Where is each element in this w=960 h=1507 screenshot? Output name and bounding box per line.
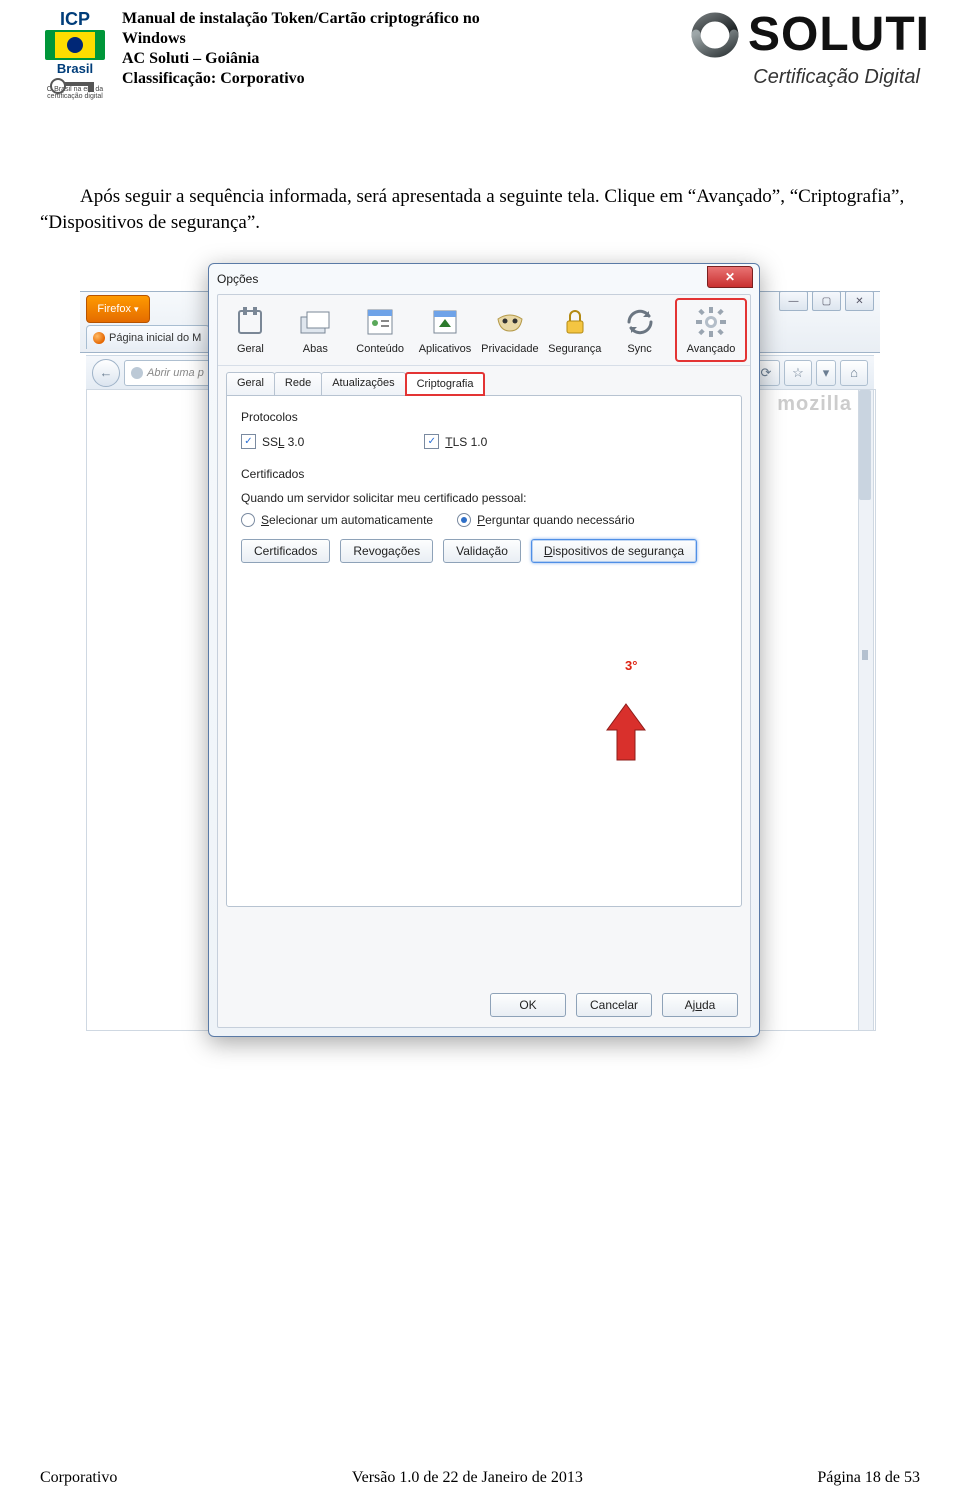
category-apps[interactable]: Aplicativos	[413, 295, 478, 365]
security-devices-button[interactable]: Dispositivos de segurança	[531, 539, 697, 563]
firefox-tab-icon	[93, 332, 105, 344]
doc-classification: Classificação: Corporativo	[122, 70, 305, 87]
mozilla-watermark: mozilla	[777, 393, 852, 416]
doc-title-2: Windows	[122, 30, 186, 47]
chevron-down-icon: ▾	[823, 365, 830, 381]
window-close-icon[interactable]: ✕	[845, 291, 874, 311]
category-row: Geral Abas Conteúdo Aplicativos	[218, 295, 750, 366]
tls1-checkbox[interactable]: ✓ TLS 1.0	[424, 434, 487, 449]
checkbox-checked-icon: ✓	[424, 434, 439, 449]
scrollbar-mid-marker	[862, 650, 868, 660]
firefox-menu-label: Firefox	[97, 303, 131, 315]
sync-icon	[623, 305, 657, 339]
radio-unchecked-icon	[241, 513, 255, 527]
crypto-panel: Protocolos ✓ SSL 3.0 ✓ TLS 1.0	[226, 395, 742, 907]
doc-subtitle: AC Soluti – Goiânia	[122, 50, 259, 67]
home-icon: ⌂	[850, 365, 858, 380]
browser-tab[interactable]: Página inicial do M	[86, 325, 210, 349]
category-tabs[interactable]: Abas	[283, 295, 348, 365]
certificates-group-label: Certificados	[241, 467, 727, 481]
category-sync[interactable]: Sync	[607, 295, 672, 365]
soluti-logo: SOLUTI	[580, 10, 930, 60]
back-icon: ←	[100, 365, 113, 380]
category-security-label: Segurança	[548, 343, 601, 355]
close-icon: ✕	[725, 270, 735, 284]
window-controls: — ▢ ✕	[779, 291, 874, 313]
subtab-general[interactable]: Geral	[226, 372, 275, 396]
category-security[interactable]: Segurança	[542, 295, 607, 365]
ok-button[interactable]: OK	[490, 993, 566, 1017]
window-minimize-icon[interactable]: —	[779, 291, 808, 311]
body-paragraph: Após seguir a sequência informada, será …	[40, 184, 920, 235]
globe-icon	[131, 367, 143, 379]
header-text-block: Manual de instalação Token/Cartão cripto…	[122, 10, 580, 90]
annotation-3: 3°	[625, 658, 637, 673]
icp-logo-text: ICP	[60, 10, 90, 28]
radio-ask[interactable]: Perguntar quando necessário	[457, 513, 634, 527]
document-header: ICP Brasil O Brasil na era da certificaç…	[40, 0, 920, 114]
ssl3-checkbox[interactable]: ✓ SSL 3.0	[241, 434, 304, 449]
dialog-close-button[interactable]: ✕	[707, 266, 753, 288]
category-general-label: Geral	[237, 343, 264, 355]
category-content[interactable]: Conteúdo	[348, 295, 413, 365]
back-button[interactable]: ←	[92, 359, 120, 387]
scrollbar[interactable]	[858, 389, 874, 1031]
certificates-prompt: Quando um servidor solicitar meu certifi…	[241, 491, 727, 505]
protocols-group-label: Protocolos	[241, 410, 727, 424]
dialog-action-row: OK Cancelar Ajuda	[490, 993, 738, 1017]
category-apps-label: Aplicativos	[419, 343, 472, 355]
radio-auto[interactable]: Selecionar um automaticamente	[241, 513, 433, 527]
subtab-updates[interactable]: Atualizações	[321, 372, 405, 396]
window-maximize-icon[interactable]: ▢	[812, 291, 841, 311]
bookmark-button[interactable]: ☆	[784, 360, 812, 386]
footer-center: Versão 1.0 de 22 de Janeiro de 2013	[352, 1469, 583, 1487]
soluti-mark-icon	[690, 10, 740, 60]
star-icon: ☆	[792, 365, 804, 381]
reload-icon: ⟳	[761, 365, 772, 381]
firefox-menu-button[interactable]: Firefox	[86, 295, 150, 323]
category-advanced-label: Avançado	[687, 343, 736, 355]
subtab-crypto[interactable]: Criptografia	[405, 372, 486, 396]
category-privacy[interactable]: Privacidade	[477, 295, 542, 365]
lock-icon	[558, 305, 592, 339]
category-privacy-label: Privacidade	[481, 343, 538, 355]
url-placeholder: Abrir uma p	[147, 367, 204, 379]
footer-right: Página 18 de 53	[817, 1469, 920, 1487]
apps-icon	[428, 305, 462, 339]
doc-title-1: Manual de instalação Token/Cartão cripto…	[122, 10, 480, 27]
category-tabs-label: Abas	[303, 343, 328, 355]
category-content-label: Conteúdo	[356, 343, 404, 355]
browser-tab-label: Página inicial do M	[109, 332, 201, 344]
cancel-button[interactable]: Cancelar	[576, 993, 652, 1017]
help-button[interactable]: Ajuda	[662, 993, 738, 1017]
content-icon	[363, 305, 397, 339]
subtab-row: Geral Rede Atualizações Criptografia	[226, 372, 742, 396]
category-advanced[interactable]: Avançado	[675, 298, 747, 362]
body-paragraph-text: Após seguir a sequência informada, será …	[40, 186, 904, 233]
revocations-button[interactable]: Revogações	[340, 539, 433, 563]
certificates-button[interactable]: Certificados	[241, 539, 330, 563]
general-icon	[233, 305, 267, 339]
scrollbar-thumb[interactable]	[859, 390, 871, 500]
options-dialog: Opções ✕ Geral Abas	[208, 263, 760, 1037]
icp-brasil-logo: ICP Brasil O Brasil na era da certificaç…	[40, 10, 110, 100]
document-footer: Corporativo Versão 1.0 de 22 de Janeiro …	[40, 1469, 920, 1487]
dialog-title: Opções	[209, 264, 759, 294]
soluti-name: SOLUTI	[748, 13, 930, 56]
checkbox-checked-icon: ✓	[241, 434, 256, 449]
category-sync-label: Sync	[627, 343, 651, 355]
gear-icon	[694, 305, 728, 339]
category-general[interactable]: Geral	[218, 295, 283, 365]
validation-button[interactable]: Validação	[443, 539, 521, 563]
annotation-arrow-icon	[605, 702, 647, 762]
subtab-network[interactable]: Rede	[274, 372, 322, 396]
home-button[interactable]: ⌂	[840, 360, 868, 386]
privacy-mask-icon	[493, 305, 527, 339]
bookmark-drop-button[interactable]: ▾	[816, 360, 836, 386]
footer-left: Corporativo	[40, 1469, 117, 1487]
soluti-subtitle: Certificação Digital	[753, 66, 920, 89]
radio-checked-icon	[457, 513, 471, 527]
icp-country-text: Brasil	[57, 62, 93, 75]
tabs-icon	[298, 305, 332, 339]
